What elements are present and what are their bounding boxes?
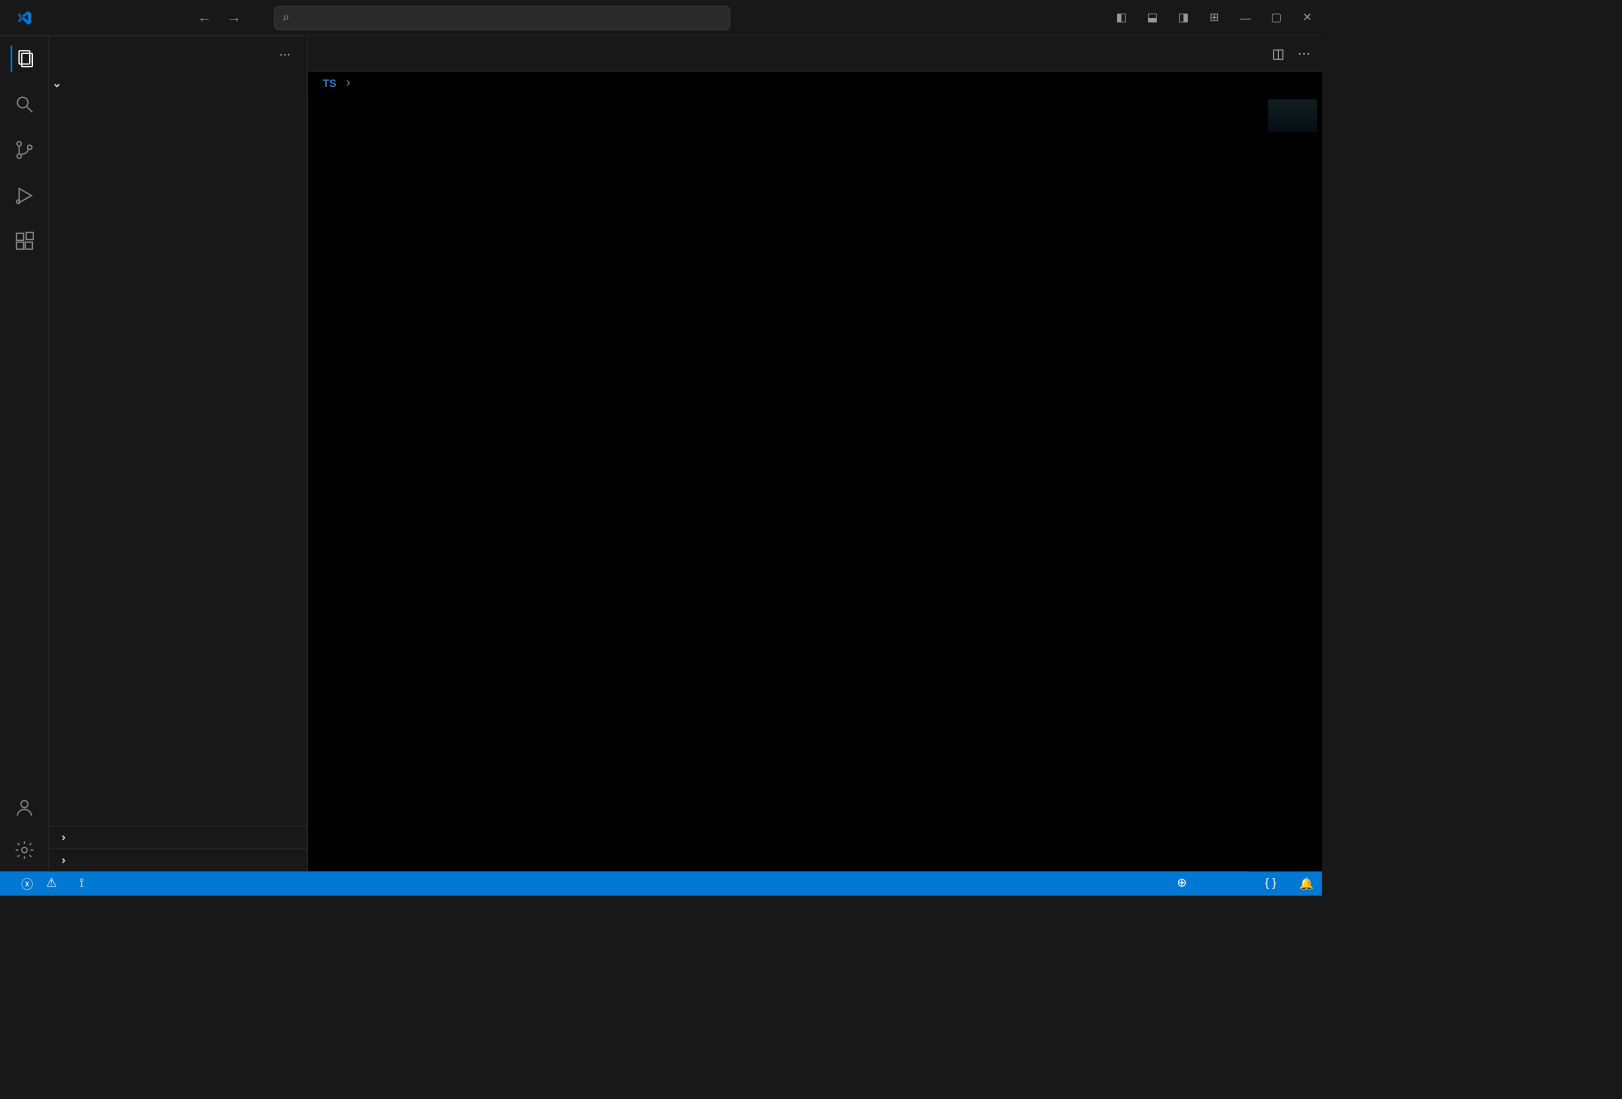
window-controls: ◧ ⬓ ◨ ⊞ — ▢ ✕ (1113, 9, 1315, 25)
menu-edit[interactable] (68, 14, 84, 21)
editor-body[interactable] (308, 95, 1322, 872)
menu-file[interactable] (49, 14, 65, 21)
problems-button[interactable]: ⓧ ⚠ (21, 875, 66, 892)
breadcrumb-separator-icon: › (346, 76, 350, 91)
maximize-icon[interactable]: ▢ (1268, 9, 1284, 25)
error-icon: ⓧ (21, 875, 33, 892)
breadcrumb[interactable]: TS › (308, 72, 1322, 95)
vscode-logo-icon (16, 9, 32, 25)
layout-grid-icon[interactable]: ⊞ (1206, 9, 1222, 25)
main-row: ⋯ ⌄ ⌄ ⌄ ◫ ⋯ TS › (0, 36, 1322, 871)
menu-selection[interactable] (88, 14, 104, 21)
editor-area: ◫ ⋯ TS › (308, 36, 1322, 871)
extensions-icon[interactable] (11, 228, 37, 254)
statusbar: ⓧ ⚠ ⟟ ⊕ { } 🔔 (0, 871, 1322, 895)
minimap[interactable] (1249, 95, 1322, 872)
layout-left-icon[interactable]: ◧ (1113, 9, 1129, 25)
nav-forward-icon[interactable]: → (227, 9, 242, 26)
language-mode[interactable]: { } (1265, 877, 1286, 890)
titlebar: ← → ⌕ ◧ ⬓ ◨ ⊞ — ▢ ✕ (0, 0, 1322, 36)
line-gutter (308, 95, 362, 872)
minimap-preview (1268, 99, 1317, 132)
close-icon[interactable]: ✕ (1299, 9, 1315, 25)
outline-section[interactable]: ⌄ (49, 826, 307, 849)
account-icon[interactable] (11, 795, 37, 821)
sidebar-folder-header[interactable]: ⌄ (49, 72, 307, 95)
ports-button[interactable]: ⟟ (80, 877, 94, 890)
chevron-right-icon: ⌄ (55, 856, 68, 865)
tabs-actions: ◫ ⋯ (1261, 36, 1322, 71)
nav-back-icon[interactable]: ← (197, 9, 212, 26)
nav-arrows: ← → (197, 9, 241, 26)
sidebar: ⋯ ⌄ ⌄ ⌄ (49, 36, 308, 871)
search-icon: ⌕ (283, 11, 290, 25)
warning-icon: ⚠ (46, 877, 57, 890)
settings-icon[interactable] (11, 837, 37, 863)
file-tree (49, 95, 307, 826)
menu-more[interactable] (108, 14, 124, 21)
command-center[interactable]: ⌕ (274, 5, 730, 29)
layout-bottom-icon[interactable]: ⬓ (1144, 9, 1160, 25)
minimize-icon[interactable]: — (1237, 9, 1253, 25)
chevron-right-icon: ⌄ (55, 833, 68, 842)
radio-tower-icon: ⟟ (80, 877, 84, 890)
timeline-section[interactable]: ⌄ (49, 848, 307, 871)
notifications-icon[interactable]: 🔔 (1299, 877, 1314, 891)
search-activity-icon[interactable] (11, 91, 37, 117)
tabs-more-icon[interactable]: ⋯ (1297, 45, 1310, 61)
zoom-icon[interactable]: ⊕ (1177, 877, 1187, 890)
chevron-down-icon: ⌄ (52, 76, 62, 90)
sidebar-more-icon[interactable]: ⋯ (279, 47, 291, 61)
layout-right-icon[interactable]: ◨ (1175, 9, 1191, 25)
run-debug-icon[interactable] (11, 183, 37, 209)
menu-bar (49, 14, 124, 21)
source-control-icon[interactable] (11, 137, 37, 163)
explorer-icon[interactable] (10, 46, 36, 72)
tabs-row: ◫ ⋯ (308, 36, 1322, 72)
activity-bar (0, 36, 49, 871)
sidebar-header: ⋯ (49, 36, 307, 72)
ts-file-icon: TS (323, 77, 337, 89)
split-editor-icon[interactable]: ◫ (1272, 45, 1284, 61)
braces-icon: { } (1265, 877, 1276, 890)
code-content[interactable] (362, 95, 1322, 872)
